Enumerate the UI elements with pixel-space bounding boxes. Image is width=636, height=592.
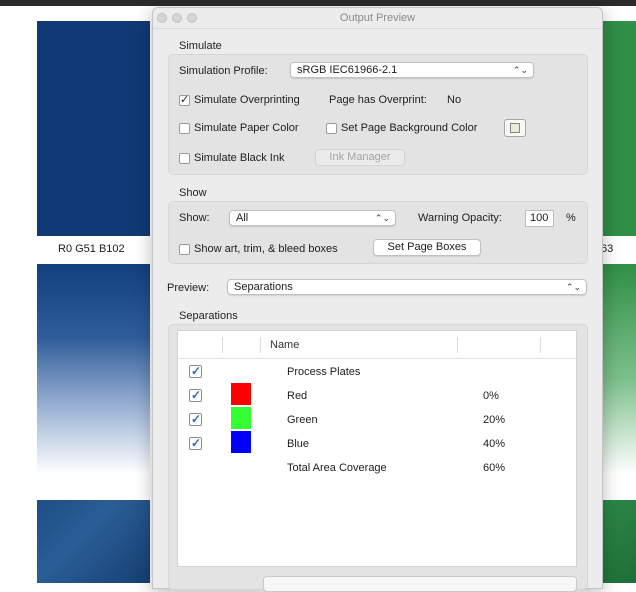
background-color-fill [510,123,520,133]
chevron-updown-icon: ⌃⌄ [374,213,390,223]
simulate-overprinting-label: Simulate Overprinting [194,94,300,106]
show-value: All [236,212,249,224]
separation-name: Process Plates [287,366,361,378]
blue-plate-checkbox[interactable]: ✓ [189,436,202,450]
simulate-heading: Simulate [179,40,222,52]
output-preview-panel: Output Preview Simulate Simulation Profi… [152,7,603,592]
separation-percentage: 0% [483,390,499,402]
app-top-bar [0,0,636,6]
simulate-black-ink-checkbox[interactable] [179,153,190,164]
simulate-overprinting-checkbox[interactable]: ✓ [179,94,190,106]
separation-percentage: 60% [483,462,506,474]
blue-color-chip [231,431,251,453]
separation-name: Blue [287,438,310,450]
duotone-photo-blue [37,500,150,583]
percent-sign: % [566,212,576,224]
checkmark-icon: ✓ [191,388,202,402]
chevron-updown-icon: ⌃⌄ [512,65,528,75]
process-plates-checkbox[interactable]: ✓ [189,364,202,378]
page-background-color-label: Set Page Background Color [341,122,478,134]
preview-select[interactable]: Separations ⌃⌄ [227,279,587,295]
show-label: Show: [179,212,210,224]
checkmark-icon: ✓ [191,412,202,426]
blue-swatch-label: R0 G51 B102 [58,243,125,255]
separation-percentage: 40% [483,438,506,450]
blue-color-swatch [37,21,150,236]
table-header: Name [178,331,576,359]
show-select[interactable]: All ⌃⌄ [229,210,396,226]
green-plate-checkbox[interactable]: ✓ [189,412,202,426]
total-area-coverage-control[interactable] [263,576,577,592]
checkmark-icon: ✓ [180,94,190,106]
page-background-color-checkbox[interactable] [326,123,337,134]
show-group: Show: All ⌃⌄ Warning Opacity: 100 % Show… [168,201,588,264]
red-plate-checkbox[interactable]: ✓ [189,388,202,402]
show-boxes-checkbox[interactable] [179,244,190,255]
simulate-group: Simulation Profile: sRGB IEC61966-2.1 ⌃⌄… [168,54,588,175]
page-overprint-value: No [447,94,462,106]
chevron-updown-icon: ⌃⌄ [565,282,581,292]
green-color-chip [231,407,251,429]
warning-opacity-input[interactable]: 100 [525,210,554,227]
separations-heading: Separations [179,310,238,322]
show-heading: Show [179,187,207,199]
simulation-profile-label: Simulation Profile: [179,65,268,77]
duotone-photo-green [600,500,636,583]
page-overprint-label: Page has Overprint: [329,94,427,106]
panel-titlebar[interactable]: Output Preview [153,8,602,29]
show-boxes-label: Show art, trim, & bleed boxes [194,243,338,255]
simulation-profile-value: sRGB IEC61966-2.1 [297,64,398,76]
simulation-profile-select[interactable]: sRGB IEC61966-2.1 ⌃⌄ [290,62,534,78]
green-color-swatch [600,21,636,236]
separation-name: Green [287,414,318,426]
simulate-paper-color-label: Simulate Paper Color [194,122,299,134]
simulate-paper-color-checkbox[interactable] [179,123,190,134]
preview-value: Separations [234,281,293,293]
name-column-header[interactable]: Name [270,339,299,351]
simulate-black-ink-label: Simulate Black Ink [194,152,285,164]
ink-manager-button[interactable]: Ink Manager [315,149,405,166]
separation-name: Red [287,390,308,402]
red-color-chip [231,383,251,405]
panel-title: Output Preview [339,12,416,24]
set-page-boxes-button[interactable]: Set Page Boxes [373,239,481,256]
warning-opacity-label: Warning Opacity: [418,212,502,224]
separation-percentage: 20% [483,414,506,426]
separation-name: Total Area Coverage [287,462,387,474]
preview-label: Preview: [167,282,210,294]
separations-table: Name ✓ Process Plates ✓ Red 0% ✓ Green 2… [177,330,577,567]
green-gradient [600,264,636,474]
blue-gradient [37,264,150,474]
checkmark-icon: ✓ [191,436,202,450]
checkmark-icon: ✓ [191,364,202,378]
background-color-picker[interactable] [504,119,526,137]
separation-row-blue[interactable]: ✓ Blue 40% [178,431,576,461]
separation-row-total-coverage[interactable]: Total Area Coverage 60% [178,461,576,485]
